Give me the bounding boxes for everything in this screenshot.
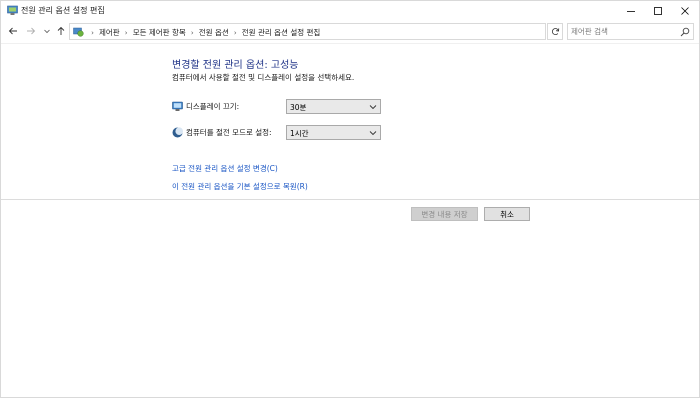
display-icon xyxy=(172,101,183,112)
close-icon xyxy=(681,6,689,15)
sleep-value: 1시간 xyxy=(290,129,309,138)
address-bar[interactable]: › 제어판 › 모든 제어판 항목 › 전원 옵션 › 전원 관리 옵션 설정 … xyxy=(69,23,611,40)
page-description: 컴퓨터에서 사용할 절전 및 디스플레이 설정을 선택하세요. xyxy=(172,73,355,82)
breadcrumb-separator-icon: › xyxy=(124,28,128,37)
sleep-select[interactable]: 1시간 xyxy=(286,125,381,140)
minimize-button[interactable] xyxy=(616,1,646,20)
breadcrumb-separator-icon: › xyxy=(91,28,94,37)
breadcrumb-item[interactable]: 전원 관리 옵션 설정 편집 xyxy=(240,27,323,38)
breadcrumb: › 제어판 › 모든 제어판 항목 › 전원 옵션 › 전원 관리 옵션 설정 … xyxy=(88,27,322,38)
title-bar: 전원 관리 옵션 설정 편집 xyxy=(1,1,699,20)
refresh-icon xyxy=(551,28,559,36)
chevron-down-icon xyxy=(369,131,377,136)
moon-icon xyxy=(172,127,183,138)
search-icon xyxy=(680,27,690,37)
divider xyxy=(1,43,699,44)
cancel-button[interactable]: 취소 xyxy=(484,207,530,221)
chevron-down-icon xyxy=(44,29,50,34)
maximize-button[interactable] xyxy=(643,1,673,20)
power-options-icon xyxy=(7,5,18,16)
minimize-icon xyxy=(627,10,635,12)
maximize-icon xyxy=(654,6,662,15)
breadcrumb-separator-icon: › xyxy=(233,28,237,37)
display-off-select[interactable]: 30분 xyxy=(286,99,381,114)
forward-button[interactable] xyxy=(25,25,37,37)
arrow-right-icon xyxy=(27,27,36,35)
window-title: 전원 관리 옵션 설정 편집 xyxy=(21,6,105,15)
display-off-value: 30분 xyxy=(290,103,307,112)
navigation-bar: › 제어판 › 모든 제어판 항목 › 전원 옵션 › 전원 관리 옵션 설정 … xyxy=(1,20,699,43)
search-input[interactable] xyxy=(571,25,676,38)
save-changes-button[interactable]: 변경 내용 저장 xyxy=(411,207,478,221)
display-off-label: 디스플레이 끄기: xyxy=(186,102,240,111)
refresh-button[interactable] xyxy=(547,23,563,40)
window: 전원 관리 옵션 설정 편집 › 제어판 › 모든 제어판 항목 › 전원 옵션… xyxy=(0,0,700,398)
breadcrumb-item[interactable]: 모든 제어판 항목 xyxy=(131,27,188,38)
breadcrumb-item[interactable]: 제어판 xyxy=(97,27,122,38)
advanced-settings-link[interactable]: 고급 전원 관리 옵션 설정 변경(C) xyxy=(172,163,278,174)
chevron-down-icon xyxy=(369,105,377,110)
back-button[interactable] xyxy=(7,25,19,37)
restore-defaults-link[interactable]: 이 전원 관리 옵션을 기본 설정으로 복원(R) xyxy=(172,181,308,192)
recent-locations-button[interactable] xyxy=(41,25,53,37)
page-title: 변경할 전원 관리 옵션: 고성능 xyxy=(172,60,299,71)
search-box[interactable] xyxy=(567,23,694,40)
arrow-up-icon xyxy=(57,26,65,35)
breadcrumb-separator-icon: › xyxy=(190,28,194,37)
divider xyxy=(1,199,699,200)
close-button[interactable] xyxy=(670,1,700,20)
control-panel-icon xyxy=(73,26,84,37)
arrow-left-icon xyxy=(8,27,17,35)
breadcrumb-item[interactable]: 전원 옵션 xyxy=(197,27,231,38)
up-button[interactable] xyxy=(55,25,67,37)
sleep-label: 컴퓨터를 절전 모드로 설정: xyxy=(186,128,272,137)
